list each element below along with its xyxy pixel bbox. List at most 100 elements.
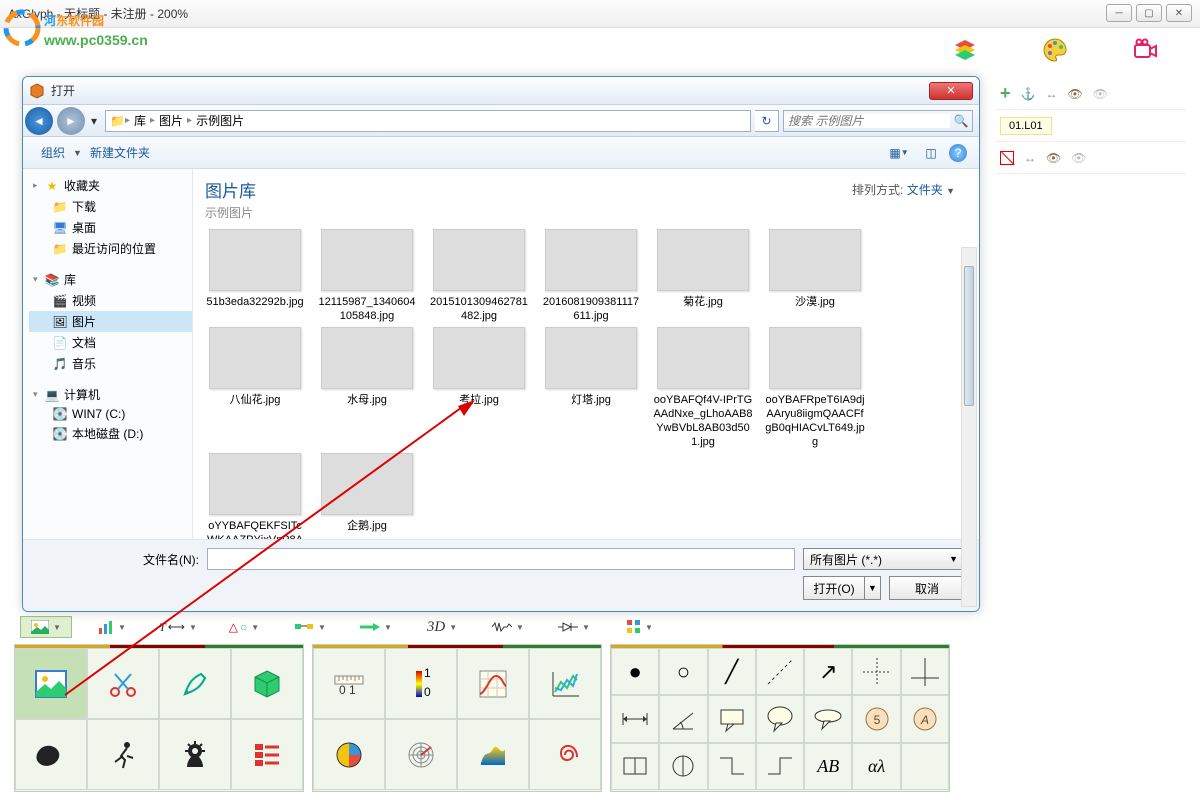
tool-ruler[interactable]: 0 1	[313, 648, 385, 719]
shape-angle[interactable]	[659, 695, 707, 742]
nav-back-button[interactable]: ◄	[25, 107, 53, 135]
breadcrumb[interactable]: 📁 ▸ 库▸ 图片▸ 示例图片	[105, 110, 751, 132]
shape-letter-a[interactable]: A	[901, 695, 949, 742]
search-box[interactable]: 🔍	[783, 110, 973, 132]
tool-surface[interactable]	[457, 719, 529, 790]
preview-pane-button[interactable]: ◫	[917, 142, 945, 164]
shape-dashed-line[interactable]	[756, 648, 804, 695]
tool-running[interactable]	[87, 719, 159, 790]
shape-label-alpha[interactable]: αλ	[852, 743, 900, 790]
search-input[interactable]	[784, 114, 950, 128]
new-folder-button[interactable]: 新建文件夹	[82, 142, 158, 163]
file-thumb[interactable]: ooYBAFRpeT6IA9djAAryu8iigmQAACFfgB0qHIAC…	[765, 327, 865, 449]
file-thumb[interactable]: 51b3eda32292b.jpg	[205, 229, 305, 323]
file-thumb[interactable]: 沙漠.jpg	[765, 229, 865, 323]
tool-spiral[interactable]	[529, 719, 601, 790]
shape-split-circle[interactable]	[659, 743, 707, 790]
scrollbar[interactable]	[961, 247, 977, 607]
refresh-button[interactable]: ↻	[755, 110, 779, 132]
eye-off-icon-2[interactable]: 👁	[1071, 151, 1086, 165]
search-icon[interactable]: 🔍	[950, 114, 972, 128]
file-thumb[interactable]: 企鹅.jpg	[317, 453, 417, 539]
eye-icon-2[interactable]: 👁	[1046, 151, 1061, 165]
file-thumb[interactable]: 考拉.jpg	[429, 327, 529, 449]
shape-callout-thin[interactable]	[804, 695, 852, 742]
shape-axis[interactable]	[901, 648, 949, 695]
camera-icon[interactable]	[1110, 30, 1180, 70]
filetype-dropdown[interactable]: 所有图片 (*.*)▼	[803, 548, 965, 570]
sidebar-computer[interactable]: ▾💻计算机	[29, 384, 192, 405]
shape-callout-round[interactable]	[756, 695, 804, 742]
dialog-close-button[interactable]: ✕	[929, 82, 973, 100]
no-fill-icon[interactable]	[1000, 151, 1014, 165]
shape-dot[interactable]: ●	[611, 648, 659, 695]
link-icon-2[interactable]: ↔	[1024, 151, 1036, 165]
tool-gear-head[interactable]	[159, 719, 231, 790]
shape-step-down[interactable]	[708, 743, 756, 790]
file-thumb[interactable]: 八仙花.jpg	[205, 327, 305, 449]
tool-scissors[interactable]	[87, 648, 159, 719]
sidebar-item-pictures[interactable]: 🖼图片	[29, 311, 192, 332]
tab-3d[interactable]: 3D▼	[416, 616, 468, 638]
tab-circuit[interactable]: ▼	[548, 616, 600, 638]
file-thumb[interactable]: oYYBAFQEKFSITcWKAAZPYjxVnP8AAB5LwJPEQIAB…	[205, 453, 305, 539]
organize-menu[interactable]: 组织	[33, 142, 73, 163]
file-thumb[interactable]: 灯塔.jpg	[541, 327, 641, 449]
cancel-button[interactable]: 取消	[889, 576, 965, 600]
tab-shapes[interactable]: △○▼	[218, 616, 270, 638]
tool-3d-cube[interactable]	[231, 648, 303, 719]
tool-pen[interactable]	[159, 648, 231, 719]
shape-step-up[interactable]	[756, 743, 804, 790]
sidebar-item-desktop[interactable]: 🖥桌面	[29, 217, 192, 238]
tab-arrow[interactable]: ▼	[350, 616, 402, 638]
layers-icon[interactable]	[930, 30, 1000, 70]
nav-history-dropdown[interactable]: ▾	[87, 111, 101, 131]
tool-insert-image[interactable]	[15, 648, 87, 719]
anchor-icon[interactable]: ⚓	[1021, 87, 1036, 101]
shape-circle[interactable]: ○	[659, 648, 707, 695]
tool-heatbar[interactable]: 10	[385, 648, 457, 719]
tab-image[interactable]: ▼	[20, 616, 72, 638]
tool-blob[interactable]	[15, 719, 87, 790]
sidebar-favorites[interactable]: ▸★收藏夹	[29, 175, 192, 196]
tool-pie[interactable]	[313, 719, 385, 790]
file-thumb[interactable]: 2016081909381117611.jpg	[541, 229, 641, 323]
file-thumb[interactable]: ooYBAFQf4V-IPrTGAAdNxe_gLhoAAB8YwBVbL8AB…	[653, 327, 753, 449]
sidebar-item-recent[interactable]: 📁最近访问的位置	[29, 238, 192, 259]
sidebar-item-drive-d[interactable]: 💽本地磁盘 (D:)	[29, 423, 192, 444]
maximize-button[interactable]: ▢	[1136, 4, 1162, 22]
shape-crosshair[interactable]	[852, 648, 900, 695]
minimize-button[interactable]: ─	[1106, 4, 1132, 22]
shape-label-ab[interactable]: AB	[804, 743, 852, 790]
tab-flowchart[interactable]: ▼	[284, 616, 336, 638]
tab-wave[interactable]: ▼	[482, 616, 534, 638]
sort-control[interactable]: 排列方式: 文件夹 ▼	[852, 181, 955, 198]
tool-line-chart[interactable]	[529, 648, 601, 719]
shape-split-rect[interactable]	[611, 743, 659, 790]
close-button[interactable]: ✕	[1166, 4, 1192, 22]
open-dropdown[interactable]: ▼	[865, 576, 881, 600]
link-icon[interactable]: ↔	[1045, 87, 1057, 101]
add-layer-icon[interactable]: +	[1000, 83, 1011, 104]
sidebar-item-videos[interactable]: 🎬视频	[29, 290, 192, 311]
tab-chart[interactable]: ▼	[86, 616, 138, 638]
tab-text-dim[interactable]: T⟷▼	[152, 616, 204, 638]
eye-off-icon[interactable]: 👁	[1093, 87, 1108, 101]
file-thumb[interactable]: 12115987_1340604105848.jpg	[317, 229, 417, 323]
eye-icon[interactable]: 👁	[1067, 87, 1082, 101]
tool-grid-plot[interactable]	[457, 648, 529, 719]
open-button[interactable]: 打开(O)	[803, 576, 865, 600]
sidebar-item-downloads[interactable]: 📁下载	[29, 196, 192, 217]
sidebar-item-music[interactable]: 🎵音乐	[29, 353, 192, 374]
tool-radar[interactable]	[385, 719, 457, 790]
shape-arrow-line[interactable]: ↗	[804, 648, 852, 695]
layer-tab[interactable]: 01.L01	[1000, 117, 1052, 135]
sidebar-libraries[interactable]: ▾📚库	[29, 269, 192, 290]
sidebar-item-drive-c[interactable]: 💽WIN7 (C:)	[29, 405, 192, 423]
file-thumb[interactable]: 水母.jpg	[317, 327, 417, 449]
file-thumb[interactable]: 菊花.jpg	[653, 229, 753, 323]
tab-grid[interactable]: ▼	[614, 616, 666, 638]
shape-line[interactable]: ╱	[708, 648, 756, 695]
shape-callout-rect[interactable]	[708, 695, 756, 742]
shape-number-5[interactable]: 5	[852, 695, 900, 742]
